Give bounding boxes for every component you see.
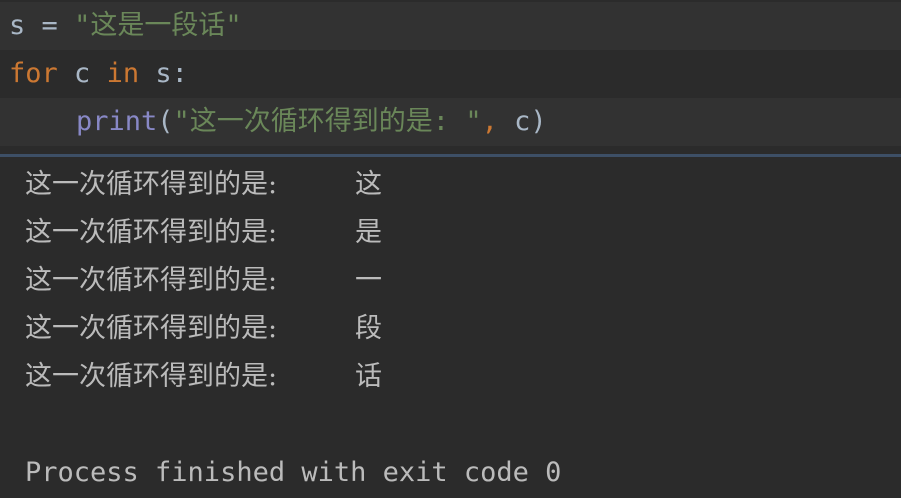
console-output-line: 这一次循环得到的是: 一 bbox=[25, 257, 382, 305]
output-char: 一 bbox=[355, 265, 382, 296]
code-editor[interactable]: s = "这是一段话" for c in s: print("这一次循环得到的是… bbox=[0, 0, 901, 154]
code-line-2[interactable]: for c in s: bbox=[0, 50, 901, 98]
variable-s: s bbox=[9, 10, 26, 41]
output-char: 是 bbox=[355, 217, 382, 248]
process-exit-message: Process finished with exit code 0 bbox=[25, 457, 562, 488]
output-char: 这 bbox=[355, 169, 382, 200]
console-output-line: 这一次循环得到的是: 这 bbox=[25, 161, 382, 209]
assign-operator: = bbox=[41, 10, 58, 41]
builtin-print: print bbox=[76, 106, 158, 137]
output-prefix: 这一次循环得到的是: bbox=[25, 361, 278, 392]
keyword-for: for bbox=[9, 58, 58, 89]
keyword-in: in bbox=[106, 58, 140, 89]
output-char: 话 bbox=[355, 361, 382, 392]
code-line-3[interactable]: print("这一次循环得到的是: ", c) bbox=[0, 98, 901, 146]
output-prefix: 这一次循环得到的是: bbox=[25, 169, 278, 200]
console-output-line: 这一次循环得到的是: 段 bbox=[25, 305, 382, 353]
output-char: 段 bbox=[355, 313, 382, 344]
close-paren: ) bbox=[530, 106, 547, 137]
variable-c: c bbox=[74, 58, 91, 89]
comma: , bbox=[481, 106, 498, 137]
output-prefix: 这一次循环得到的是: bbox=[25, 265, 278, 296]
code-line-1[interactable]: s = "这是一段话" bbox=[0, 2, 901, 50]
output-prefix: 这一次循环得到的是: bbox=[25, 313, 278, 344]
iterable-s: s: bbox=[155, 58, 188, 89]
output-prefix: 这一次循环得到的是: bbox=[25, 217, 278, 248]
string-literal: "这一次循环得到的是: " bbox=[173, 106, 482, 137]
console-output-line: 这一次循环得到的是: 是 bbox=[25, 209, 382, 257]
console-output-line: 这一次循环得到的是: 话 bbox=[25, 353, 382, 401]
open-paren: ( bbox=[157, 106, 174, 137]
run-console[interactable]: 这一次循环得到的是: 这 这一次循环得到的是: 是 这一次循环得到的是: 一 这一次循… bbox=[0, 157, 901, 498]
string-literal: "这是一段话" bbox=[74, 10, 242, 41]
argument-c: c bbox=[514, 106, 531, 137]
